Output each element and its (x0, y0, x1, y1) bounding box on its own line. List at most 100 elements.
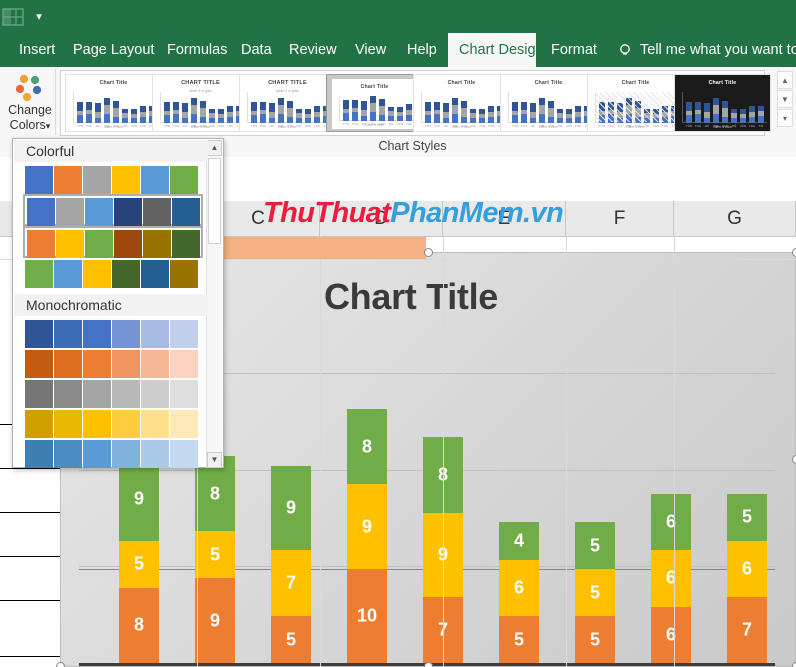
chart-bar-segment-hóa[interactable]: 4 (499, 522, 539, 560)
chart-resize-handle[interactable] (424, 248, 433, 257)
chart-bar-segment-hóa[interactable]: 6 (651, 493, 691, 551)
color-swatch[interactable] (27, 198, 55, 226)
chart-bar[interactable]: 6 6 6 (651, 253, 691, 663)
chart-bar[interactable]: 10 9 8 (347, 253, 387, 663)
color-swatch[interactable] (143, 230, 171, 258)
chart-bar[interactable]: 7 6 5 (727, 253, 767, 663)
ribbon-tab-format[interactable]: Format (540, 33, 606, 67)
chart-bar-segment-hóa[interactable]: 9 (119, 456, 159, 541)
color-swatch[interactable] (114, 198, 142, 226)
color-swatch[interactable] (170, 320, 198, 348)
chart-resize-handle[interactable] (792, 662, 796, 667)
ribbon-tab-data[interactable]: Data (230, 33, 276, 67)
color-swatch[interactable] (141, 350, 169, 378)
color-palette-row-colorful-1[interactable] (25, 166, 201, 194)
color-palette-row-mono-3[interactable] (25, 380, 201, 408)
ribbon-tab-formulas[interactable]: Formulas (156, 33, 228, 67)
change-colors-button[interactable]: Change Colors▾ (5, 69, 55, 137)
chart-style-thumbnail-7[interactable]: Chart Title Điểm 3 môn TÙN TUẤ HÀ LIN LAN TIẾ VÂ… (587, 74, 684, 132)
chart-bar-segment-toán[interactable]: 9 (195, 578, 235, 663)
color-swatch[interactable] (54, 320, 82, 348)
color-swatch[interactable] (83, 166, 111, 194)
color-swatch[interactable] (112, 166, 140, 194)
chart-bar-segment-toán[interactable]: 5 (499, 616, 539, 663)
chart-bar-segment-toán[interactable]: 5 (271, 616, 311, 663)
color-swatch[interactable] (85, 198, 113, 226)
color-swatch[interactable] (172, 230, 200, 258)
color-swatch[interactable] (170, 410, 198, 438)
color-panel-scroll-thumb[interactable] (208, 158, 221, 244)
chart-resize-handle[interactable] (792, 455, 796, 464)
color-swatch[interactable] (112, 320, 140, 348)
color-swatch[interactable] (170, 260, 198, 288)
color-swatch[interactable] (25, 350, 53, 378)
color-swatch[interactable] (112, 380, 140, 408)
color-panel-scroll-down[interactable]: ▼ (207, 452, 222, 468)
chart-style-thumbnail-5[interactable]: Chart Title Điểm 3 môn TÙN TUẤ HÀ LIN LAN TIẾ VÂ… (413, 74, 510, 132)
chart-bar-segment-lý[interactable]: 5 (195, 531, 235, 579)
highlighted-cell[interactable] (320, 237, 426, 259)
chart-bar-segment-toán[interactable]: 6 (651, 606, 691, 663)
gallery-scroll-down[interactable]: ▼ (777, 90, 793, 108)
ribbon-tab-page-layout[interactable]: Page Layout (62, 33, 154, 67)
ribbon-tab-chart-design[interactable]: Chart Design (448, 33, 544, 67)
ribbon-tab-view[interactable]: View (344, 33, 394, 67)
gallery-scroll-up[interactable]: ▲ (777, 71, 793, 89)
chart-bar[interactable]: 5 5 5 (575, 253, 615, 663)
color-swatch[interactable] (56, 198, 84, 226)
chart-bar[interactable]: 5 6 4 (499, 253, 539, 663)
chart-style-thumbnail-8[interactable]: Chart Title Điểm 3 môn TÙN TUẤ HÀ LIN LAN TIẾ VÂ… (674, 74, 771, 132)
ribbon-tab-help[interactable]: Help (396, 33, 446, 67)
color-panel-scrollbar[interactable]: ▲ ▼ (206, 140, 222, 468)
color-palette-row-mono-5[interactable] (25, 440, 201, 468)
color-swatch[interactable] (141, 380, 169, 408)
color-swatch[interactable] (25, 260, 53, 288)
chart-bar-segment-lý[interactable]: 6 (651, 550, 691, 607)
chart-resize-handle[interactable] (56, 662, 65, 667)
color-swatch[interactable] (141, 410, 169, 438)
color-swatch[interactable] (83, 260, 111, 288)
color-swatch[interactable] (54, 260, 82, 288)
chart-style-thumbnail-4[interactable]: Chart Title Điểm 3 môn TÙN TUẤ HÀ LIN LAN TIẾ VÂ… (326, 74, 423, 132)
tell-me-search[interactable]: Tell me what you want to do (640, 33, 796, 67)
column-header-G[interactable]: G (674, 201, 796, 236)
color-swatch[interactable] (54, 166, 82, 194)
chart-bar-segment-toán[interactable]: 5 (575, 616, 615, 663)
color-swatch[interactable] (25, 166, 53, 194)
chart-bar-segment-hóa[interactable]: 5 (575, 522, 615, 569)
color-swatch[interactable] (170, 166, 198, 194)
chart-style-thumbnail-3[interactable]: CHART TITLE phân 3 ví giáo Điểm 3 môn TÙN TU… (239, 74, 336, 132)
chart-bar-segment-lý[interactable]: 7 (271, 550, 311, 616)
color-swatch[interactable] (25, 410, 53, 438)
chart-resize-handle[interactable] (792, 248, 796, 257)
color-swatch[interactable] (141, 260, 169, 288)
chart-bar-segment-hóa[interactable]: 9 (271, 465, 311, 551)
chevron-down-icon[interactable]: ▾ (30, 10, 48, 24)
chart-bar[interactable]: 5 7 9 (271, 253, 311, 663)
chart-style-thumbnail-2[interactable]: CHART TITLE phân 3 ví giáo Điểm 3 môn TÙN TU… (152, 74, 249, 132)
color-swatch[interactable] (54, 440, 82, 468)
color-swatch[interactable] (114, 230, 142, 258)
color-swatch[interactable] (54, 380, 82, 408)
color-swatch[interactable] (170, 350, 198, 378)
column-header-F[interactable]: F (566, 201, 674, 236)
color-panel-scroll-up[interactable]: ▲ (207, 140, 222, 156)
color-swatch[interactable] (83, 380, 111, 408)
chart-style-thumbnail-6[interactable]: Chart Title Điểm 3 môn TÙN TUẤ HÀ LIN LAN TIẾ VÂ… (500, 74, 597, 132)
color-swatch[interactable] (141, 166, 169, 194)
color-swatch[interactable] (25, 380, 53, 408)
chart-bar-segment-toán[interactable]: 10 (347, 569, 387, 663)
color-swatch[interactable] (25, 440, 53, 468)
color-palette-row-mono-4[interactable] (25, 410, 201, 438)
color-swatch[interactable] (112, 350, 140, 378)
chart-bar-segment-lý[interactable]: 6 (727, 540, 767, 598)
color-palette-row-colorful-4[interactable] (25, 260, 201, 288)
chart-bar-segment-lý[interactable]: 9 (347, 484, 387, 569)
color-swatch[interactable] (83, 440, 111, 468)
ribbon-tab-review[interactable]: Review (278, 33, 342, 67)
chart-bar-segment-toán[interactable]: 8 (119, 587, 159, 663)
chart-bar-segment-lý[interactable]: 5 (119, 540, 159, 588)
chart-resize-handle[interactable] (424, 662, 433, 667)
chart-bar-segment-toán[interactable]: 7 (727, 597, 767, 663)
color-palette-row-colorful-3[interactable] (23, 226, 203, 258)
